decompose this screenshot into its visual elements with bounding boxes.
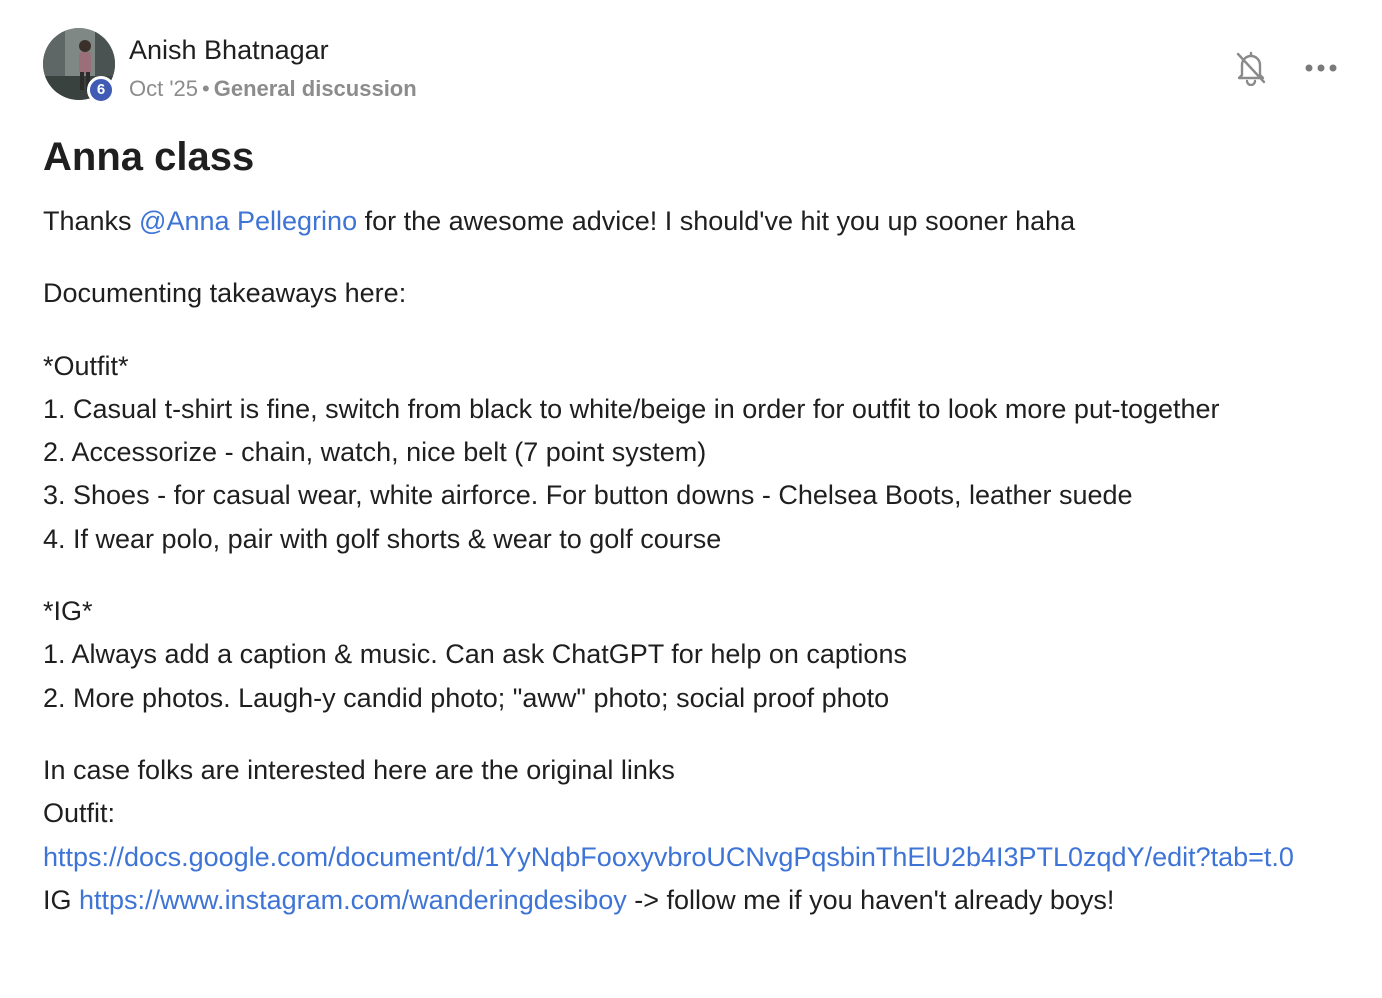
author-avatar[interactable]: 6 <box>43 28 117 104</box>
intro-paragraph: Thanks @Anna Pellegrino for the awesome … <box>43 200 1333 243</box>
outfit-label: Outfit: <box>43 798 116 829</box>
outfit-section: *Outfit* 1. Casual t-shirt is fine, swit… <box>43 345 1333 561</box>
meta-separator: • <box>202 76 210 101</box>
outfit-heading: *Outfit* <box>43 350 129 381</box>
links-intro: In case folks are interested here are th… <box>43 754 675 785</box>
intro-after: for the awesome advice! I should've hit … <box>357 206 1076 236</box>
ig-link-line: IG https://www.instagram.com/wanderingde… <box>43 879 1333 922</box>
outfit-item: 3. Shoes - for casual wear, white airfor… <box>43 480 1133 511</box>
outfit-item: 2. Accessorize - chain, watch, nice belt… <box>43 437 707 468</box>
more-horizontal-icon <box>1305 64 1337 72</box>
post-header: 6 Anish Bhatnagar Oct '25 • General discus… <box>43 28 1343 104</box>
author-name[interactable]: Anish Bhatnagar <box>129 34 329 66</box>
level-badge: 6 <box>87 76 115 104</box>
ig-item: 1. Always add a caption & music. Can ask… <box>43 639 907 670</box>
ig-section: *IG* 1. Always add a caption & music. Ca… <box>43 590 1333 720</box>
outfit-link-line: https://docs.google.com/document/d/1YyNq… <box>43 836 1333 879</box>
post-date: Oct '25 <box>129 76 199 101</box>
outfit-item: 1. Casual t-shirt is fine, switch from b… <box>43 393 1220 424</box>
documenting-paragraph: Documenting takeaways here: <box>43 272 1333 315</box>
ig-after: -> follow me if you haven't already boys… <box>626 884 1115 915</box>
intro-before: Thanks <box>43 206 140 236</box>
post-title: Anna class <box>43 135 255 179</box>
post-category[interactable]: General discussion <box>214 76 417 101</box>
user-mention[interactable]: @Anna Pellegrino <box>139 206 357 236</box>
bell-off-icon <box>1236 51 1266 86</box>
notification-button[interactable] <box>1229 46 1273 90</box>
links-section: In case folks are interested here are th… <box>43 749 1333 922</box>
post-body: Thanks @Anna Pellegrino for the awesome … <box>43 200 1333 922</box>
post: 6 Anish Bhatnagar Oct '25 • General discus… <box>43 28 1343 951</box>
more-options-button[interactable] <box>1299 46 1343 90</box>
outfit-item: 4. If wear polo, pair with golf shorts &… <box>43 523 722 554</box>
outfit-doc-link[interactable]: https://docs.google.com/document/d/1YyNq… <box>43 842 1294 872</box>
ig-heading: *IG* <box>43 596 93 627</box>
ig-item: 2. More photos. Laugh-y candid photo; "a… <box>43 682 890 713</box>
documenting-line: Documenting takeaways here: <box>43 278 407 309</box>
ig-label: IG <box>43 884 80 915</box>
instagram-link[interactable]: https://www.instagram.com/wanderingdesib… <box>79 885 627 915</box>
post-meta: Oct '25 • General discussion <box>129 75 417 103</box>
intro-line: Thanks @Anna Pellegrino for the awesome … <box>43 200 1333 243</box>
